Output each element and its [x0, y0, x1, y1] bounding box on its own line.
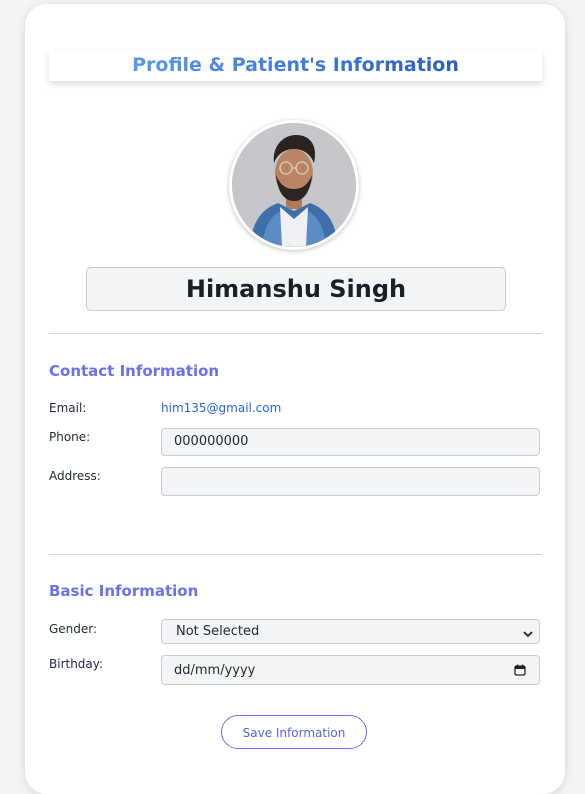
address-label: Address: — [49, 469, 101, 483]
phone-input-value: 000000000 — [174, 434, 249, 449]
gender-label: Gender: — [49, 622, 98, 636]
page-title: Profile & Patient's Information — [132, 50, 459, 80]
birthday-label: Birthday: — [49, 657, 104, 671]
profile-card: Profile & Patient's Information Himanshu… — [25, 4, 565, 794]
email-label: Email: — [49, 401, 87, 415]
divider — [49, 333, 542, 334]
email-value[interactable]: him135@gmail.com — [161, 401, 281, 415]
address-input[interactable] — [161, 467, 540, 496]
avatar-photo — [232, 123, 356, 247]
gender-select-value: Not Selected — [176, 624, 260, 639]
phone-input[interactable]: 000000000 — [161, 428, 540, 456]
page-title-box: Profile & Patient's Information — [49, 51, 542, 81]
save-information-button[interactable]: Save Information — [221, 715, 367, 749]
divider — [49, 554, 542, 555]
profile-name: Himanshu Singh — [185, 275, 407, 303]
profile-name-field[interactable]: Himanshu Singh — [86, 267, 506, 311]
birthday-input[interactable]: dd/mm/yyyy — [161, 655, 540, 685]
birthday-placeholder: dd/mm/yyyy — [174, 663, 256, 678]
basic-section-title: Basic Information — [49, 582, 199, 600]
gender-select[interactable]: Not Selected — [161, 619, 540, 644]
chevron-down-icon — [523, 627, 533, 642]
contact-section-title: Contact Information — [49, 362, 220, 380]
avatar-ring — [229, 120, 359, 250]
phone-label: Phone: — [49, 430, 91, 444]
calendar-icon[interactable] — [514, 664, 526, 680]
avatar — [232, 123, 356, 247]
